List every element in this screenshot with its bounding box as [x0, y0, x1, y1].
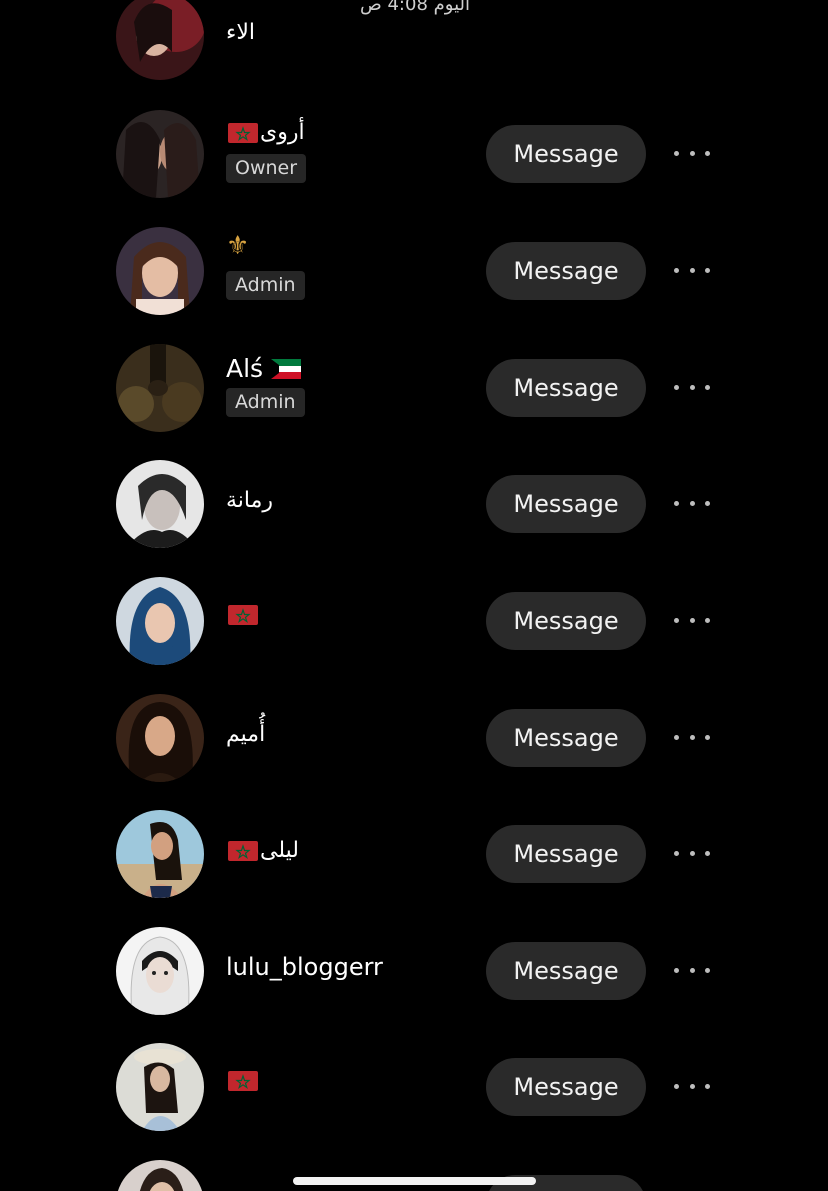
list-item[interactable]: الاء [0, 0, 828, 92]
morocco-flag-icon [228, 1071, 258, 1091]
avatar[interactable] [116, 810, 204, 898]
more-horizontal-icon[interactable] [674, 731, 710, 743]
avatar[interactable] [116, 577, 204, 665]
message-button[interactable]: Message [486, 359, 646, 417]
more-horizontal-icon[interactable] [674, 964, 710, 976]
member-name-line [226, 1071, 260, 1091]
list-item[interactable]: أُميم Message [0, 692, 828, 792]
more-horizontal-icon[interactable] [674, 614, 710, 626]
message-button[interactable]: Message [486, 475, 646, 533]
message-button[interactable]: Message [486, 592, 646, 650]
member-name: الاء [226, 20, 256, 45]
member-name-line: ⚜ [226, 231, 249, 261]
morocco-flag-icon [228, 840, 258, 861]
member-name-line: أروى [226, 120, 305, 145]
member-name-line: Alś [226, 354, 303, 383]
avatar[interactable] [116, 344, 204, 432]
fleur-de-lis-icon: ⚜ [226, 231, 250, 261]
avatar[interactable] [116, 460, 204, 548]
avatar[interactable] [116, 0, 204, 80]
list-item[interactable]: lulu_bloggerr Message [0, 925, 828, 1025]
more-horizontal-icon[interactable] [674, 847, 710, 859]
avatar[interactable] [116, 1160, 204, 1191]
morocco-flag-icon [228, 122, 258, 143]
member-name: lulu_bloggerr [226, 953, 383, 981]
avatar[interactable] [116, 110, 204, 198]
list-item[interactable]: Message [0, 1041, 828, 1141]
kuwait-flag-icon [271, 358, 302, 379]
more-horizontal-icon[interactable] [674, 1080, 710, 1092]
list-item[interactable]: ليلى Message [0, 808, 828, 908]
role-badge: Owner [226, 154, 307, 183]
list-item[interactable] [0, 1158, 828, 1191]
avatar[interactable] [116, 227, 204, 315]
avatar[interactable] [116, 927, 204, 1015]
list-item[interactable]: رمانة Message [0, 458, 828, 558]
home-indicator[interactable] [293, 1177, 536, 1185]
member-name: أُميم [226, 722, 266, 747]
role-badge: Admin [226, 271, 305, 300]
more-horizontal-icon[interactable] [674, 147, 710, 159]
message-button[interactable]: Message [486, 125, 646, 183]
message-button[interactable]: Message [486, 709, 646, 767]
morocco-flag-icon [228, 605, 258, 625]
list-item[interactable]: Message [0, 575, 828, 675]
list-item[interactable]: Alś Admin Message [0, 342, 828, 442]
message-button[interactable]: Message [486, 942, 646, 1000]
list-item[interactable]: ⚜ Admin Message [0, 225, 828, 325]
message-button[interactable]: Message [486, 825, 646, 883]
message-button[interactable]: Message [486, 242, 646, 300]
member-name: Alś [226, 354, 264, 383]
member-name: أروى [260, 120, 305, 145]
member-name: ليلى [260, 838, 299, 863]
list-item[interactable]: أروى Owner Message [0, 108, 828, 208]
message-button[interactable]: Message [486, 1058, 646, 1116]
more-horizontal-icon[interactable] [674, 381, 710, 393]
role-badge: Admin [226, 388, 305, 417]
more-horizontal-icon[interactable] [674, 497, 710, 509]
more-horizontal-icon[interactable] [674, 264, 710, 276]
member-name-line: ليلى [226, 838, 299, 863]
avatar[interactable] [116, 694, 204, 782]
member-name-line [226, 605, 260, 625]
avatar[interactable] [116, 1043, 204, 1131]
member-name: رمانة [226, 488, 274, 513]
